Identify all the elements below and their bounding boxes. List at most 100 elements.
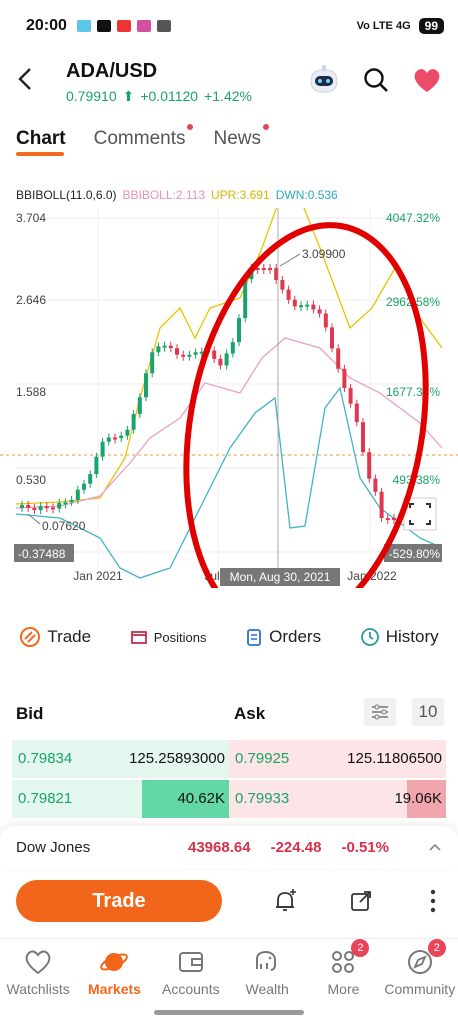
mid-band-line xyxy=(15,337,443,509)
chart-svg[interactable]: 3.7042.6461.5880.530-0.374884047.32%2962… xyxy=(0,197,458,634)
candle-body xyxy=(392,518,396,520)
ticker-name: Dow Jones xyxy=(16,838,91,856)
robot-assistant-icon[interactable] xyxy=(306,64,342,96)
candle-body xyxy=(361,422,365,453)
favorite-heart-icon[interactable] xyxy=(412,66,442,94)
y-axis-tick-right: -529.80% xyxy=(389,547,441,561)
back-arrow-icon[interactable] xyxy=(12,64,40,92)
candle-body xyxy=(20,505,24,508)
ask-price: 0.79933 xyxy=(235,790,290,807)
indicator-legend[interactable]: BBIBOLL(11.0,6.0) BBIBOLL:2.113 UPR:3.69… xyxy=(16,188,338,202)
planet-icon xyxy=(100,953,129,971)
tab-news[interactable]: News xyxy=(213,124,269,150)
action-row: Trade Positions Orders History xyxy=(0,620,458,654)
chevron-up-icon[interactable] xyxy=(428,839,442,856)
candle-body xyxy=(125,429,130,436)
nav-watchlists[interactable]: Watchlists xyxy=(0,939,76,1008)
candle-body xyxy=(212,350,217,359)
tab-chart[interactable]: Chart xyxy=(16,128,66,156)
last-price: 0.79910 xyxy=(66,88,117,104)
price-quote: 0.79910 ⬆ +0.01120 +1.42% xyxy=(66,88,252,105)
y-axis-tick-left: 0.530 xyxy=(16,473,46,487)
candle-body xyxy=(94,456,99,475)
search-icon[interactable] xyxy=(362,66,390,94)
nav-more[interactable]: 2 More xyxy=(305,939,381,1008)
candle-body xyxy=(224,353,229,366)
candle-body xyxy=(243,279,248,319)
order-book: 0.79834 125.25893000 0.79925 125.1180650… xyxy=(12,740,446,820)
app-notification-icon xyxy=(76,20,91,32)
candle-body xyxy=(63,502,68,505)
candle-body xyxy=(261,268,266,270)
x-axis-tick: Jan 2021 xyxy=(73,569,123,583)
orders-action[interactable]: Orders xyxy=(245,627,321,647)
candle-body xyxy=(218,358,223,366)
trade-action[interactable]: Trade xyxy=(19,626,91,648)
history-icon xyxy=(360,628,379,646)
candle-body xyxy=(32,508,37,511)
bottom-nav: Watchlists Markets Accounts Wealth 2 Mor… xyxy=(0,938,458,1008)
share-icon[interactable] xyxy=(348,888,374,914)
nav-community-badge: 2 xyxy=(427,939,446,957)
nav-markets[interactable]: Markets xyxy=(76,939,152,1008)
tab-news-label: News xyxy=(213,128,261,149)
bid-price: 0.79821 xyxy=(18,790,73,807)
candle-body xyxy=(354,403,359,423)
status-right: Vo LTE 4G 99 xyxy=(357,18,444,34)
ask-quantity: 19.06K xyxy=(394,790,442,807)
high-annotation-leader xyxy=(279,253,301,267)
candle-body xyxy=(156,346,161,353)
bid-quantity: 125.25893000 xyxy=(129,750,225,767)
y-axis-tick-left: -0.37488 xyxy=(18,547,66,561)
battery-indicator: 99 xyxy=(418,18,444,34)
more-vertical-icon[interactable] xyxy=(428,886,438,916)
candle-body xyxy=(175,348,179,355)
ask-cell[interactable]: 0.79925 125.11806500 xyxy=(229,740,446,778)
header: ADA/USD 0.79910 ⬆ +0.01120 +1.42% xyxy=(0,52,458,112)
trade-icon xyxy=(20,627,41,647)
price-change: +0.01120 xyxy=(140,88,199,104)
nav-more-label: More xyxy=(327,981,360,997)
indicator-dwn: DWN:0.536 xyxy=(275,188,338,202)
elephant-icon xyxy=(256,950,277,971)
index-ticker[interactable]: Dow Jones 43968.64 -224.48 -0.51% xyxy=(0,826,458,868)
candle-body xyxy=(330,327,334,349)
nav-wealth[interactable]: Wealth xyxy=(229,939,305,1008)
candle-body xyxy=(230,342,235,354)
tab-comments[interactable]: Comments xyxy=(94,124,194,150)
nav-watchlists-label: Watchlists xyxy=(6,981,70,997)
price-chart[interactable]: 3.704 2.646 1.588 0.530 -0.37488 4047.32% 2962… xyxy=(0,197,458,634)
lower-band-line xyxy=(15,386,443,579)
candle-body xyxy=(367,452,372,479)
candle-body xyxy=(137,397,142,415)
nav-accounts-label: Accounts xyxy=(162,981,220,997)
candle-body xyxy=(237,318,241,343)
nav-community[interactable]: 2 Community xyxy=(382,939,458,1008)
order-book-settings-icon[interactable] xyxy=(364,698,396,726)
candle-body xyxy=(82,483,86,490)
candle-body xyxy=(119,435,124,439)
trade-button[interactable]: Trade xyxy=(16,880,222,922)
nav-community-label: Community xyxy=(384,981,456,997)
depth-selector[interactable]: 10 xyxy=(412,698,444,726)
candle-body xyxy=(299,305,303,308)
bid-cell[interactable]: 0.79834 125.25893000 xyxy=(12,740,229,778)
candle-body xyxy=(113,437,117,440)
positions-action[interactable]: Positions xyxy=(130,628,206,646)
tab-chart-label: Chart xyxy=(16,128,66,149)
ask-cell[interactable]: 0.79933 19.06K xyxy=(229,780,446,818)
candle-body xyxy=(168,345,173,349)
home-indicator xyxy=(154,1010,304,1015)
y-axis-tick-right: 4047.32% xyxy=(386,211,440,225)
app-icon xyxy=(136,20,151,32)
candle-body xyxy=(305,304,310,307)
pair-title: ADA/USD xyxy=(66,60,158,82)
candle-body xyxy=(26,505,31,508)
candle-body xyxy=(150,352,155,374)
bid-cell[interactable]: 0.79821 40.62K xyxy=(12,780,229,818)
candle-body xyxy=(69,499,74,503)
price-alert-bell-icon[interactable] xyxy=(272,888,298,914)
nav-accounts[interactable]: Accounts xyxy=(153,939,229,1008)
history-action[interactable]: History xyxy=(360,627,439,647)
unread-dot xyxy=(263,124,269,130)
